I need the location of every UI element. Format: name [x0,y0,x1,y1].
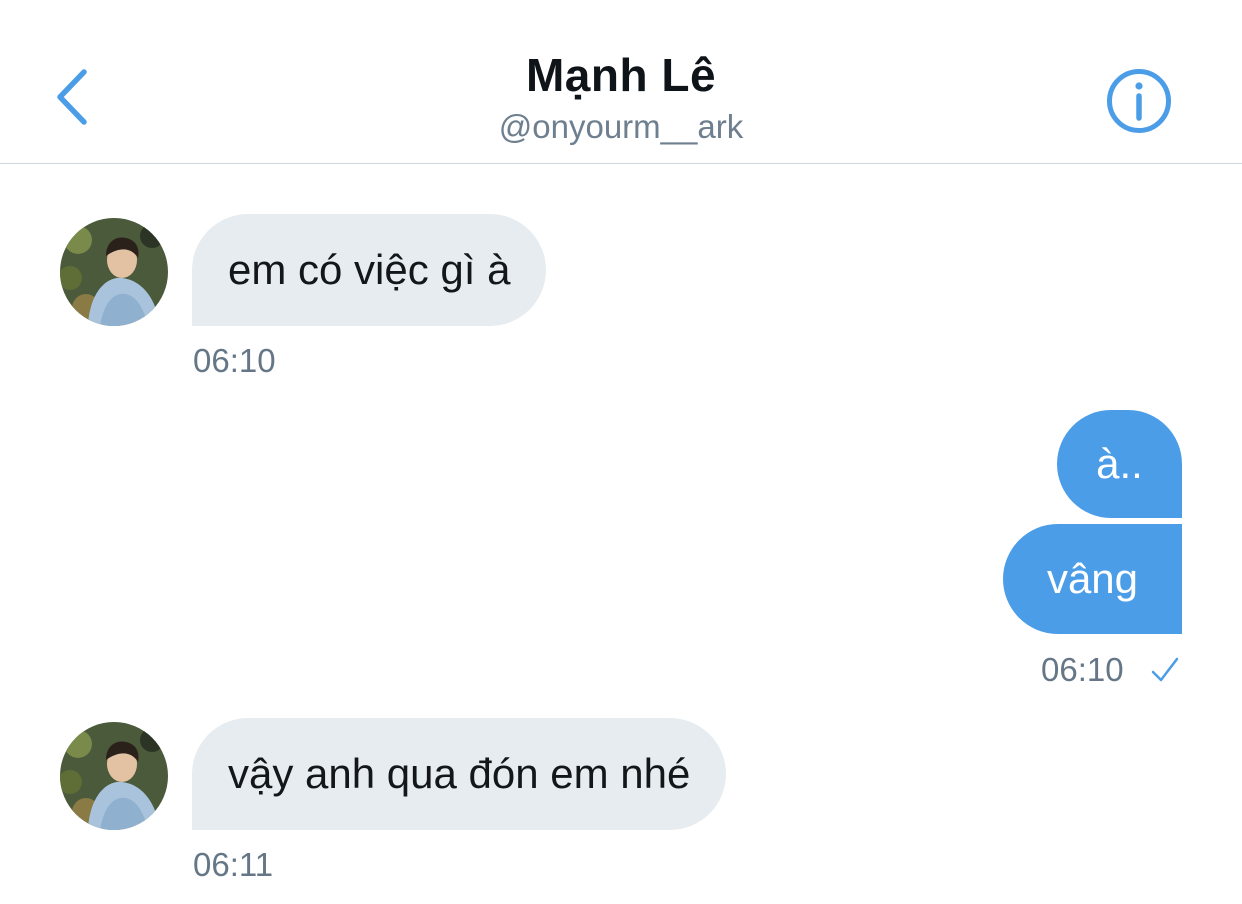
message-text: à.. [1096,440,1143,487]
conversation-title: Mạnh Lê [525,49,717,101]
incoming-message-bubble[interactable]: vậy anh qua đón em nhé [192,718,727,830]
message-text: vâng [1046,555,1139,602]
user-handle: @onyourm__ark [498,108,744,145]
conversation-header: Mạnh Lê @onyourm__ark [0,0,1242,164]
outgoing-message-bubble[interactable]: vâng [1003,524,1182,634]
message-timestamp: 06:10 [193,342,276,379]
message-text: vậy anh qua đón em nhé [228,750,691,797]
checkmark-icon [1151,657,1179,682]
message-timestamp: 06:11 [193,846,274,883]
incoming-message-bubble[interactable]: em có việc gì à [192,214,547,326]
avatar[interactable] [60,722,168,830]
user-avatar-photo [60,218,168,326]
info-circle-icon [1107,69,1171,133]
info-button[interactable] [1104,66,1174,136]
user-avatar-photo [60,722,168,830]
message-text: em có việc gì à [228,246,511,293]
message-timestamp: 06:10 [1041,651,1124,688]
outgoing-message-bubble[interactable]: à.. [1057,410,1182,518]
avatar[interactable] [60,218,168,326]
